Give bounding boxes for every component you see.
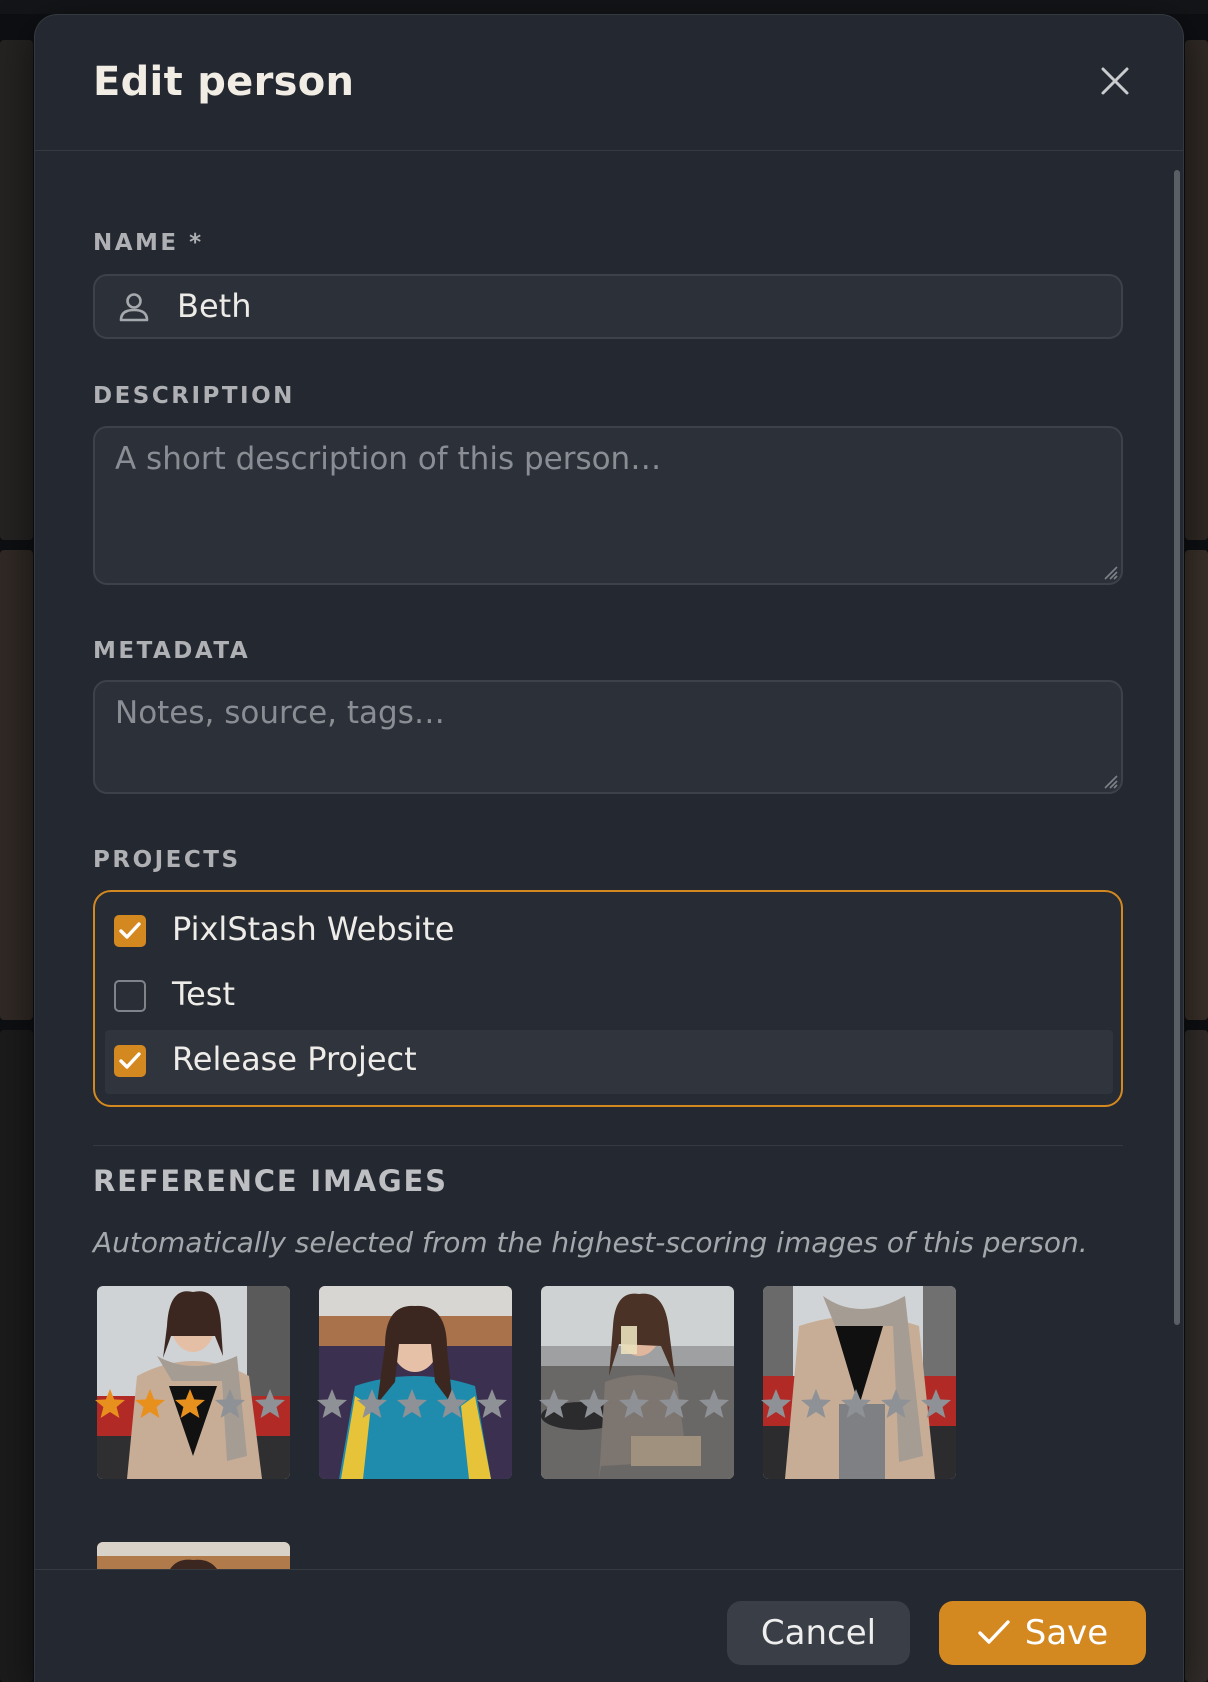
description-label: DESCRIPTION bbox=[93, 383, 295, 409]
projects-label: PROJECTS bbox=[93, 847, 241, 873]
edit-person-dialog: Edit person NAME * Beth DESCRIPTION A sh… bbox=[35, 15, 1183, 1682]
description-field[interactable]: A short description of this person… bbox=[93, 426, 1123, 585]
star-empty-icon[interactable] bbox=[759, 1387, 793, 1421]
metadata-field[interactable]: Notes, source, tags… bbox=[93, 680, 1123, 794]
project-item-test[interactable]: Test bbox=[105, 965, 1113, 1029]
save-label: Save bbox=[1024, 1613, 1109, 1653]
name-input[interactable]: Beth bbox=[177, 287, 251, 325]
star-empty-icon[interactable] bbox=[697, 1387, 731, 1421]
star-empty-icon[interactable] bbox=[537, 1387, 571, 1421]
check-icon bbox=[119, 1052, 141, 1069]
reference-images-title: REFERENCE IMAGES bbox=[93, 1164, 448, 1198]
star-empty-icon[interactable] bbox=[799, 1387, 833, 1421]
project-item-pixlstash-website[interactable]: PixlStash Website bbox=[105, 900, 1113, 964]
star-empty-icon[interactable] bbox=[577, 1387, 611, 1421]
star-empty-icon[interactable] bbox=[617, 1387, 651, 1421]
reference-image-thumbnail[interactable] bbox=[319, 1286, 512, 1479]
dialog-body[interactable]: NAME * Beth DESCRIPTION A short descript… bbox=[35, 151, 1183, 1569]
star-filled-icon[interactable] bbox=[133, 1387, 167, 1421]
reference-image-thumbnail[interactable] bbox=[97, 1542, 290, 1569]
reference-image-thumbnail[interactable] bbox=[763, 1286, 956, 1479]
name-label: NAME * bbox=[93, 230, 204, 256]
resize-handle-icon[interactable] bbox=[1100, 771, 1118, 789]
star-empty-icon[interactable] bbox=[435, 1387, 469, 1421]
cancel-label: Cancel bbox=[760, 1613, 877, 1653]
cancel-button[interactable]: Cancel bbox=[727, 1601, 910, 1665]
close-button[interactable] bbox=[1095, 61, 1135, 101]
project-label: Release Project bbox=[172, 1040, 417, 1078]
star-empty-icon[interactable] bbox=[355, 1387, 389, 1421]
dialog-title: Edit person bbox=[93, 59, 355, 105]
section-divider bbox=[93, 1145, 1123, 1146]
reference-image-thumbnail[interactable] bbox=[541, 1286, 734, 1479]
dialog-header: Edit person bbox=[35, 15, 1183, 151]
star-empty-icon[interactable] bbox=[395, 1387, 429, 1421]
project-label: Test bbox=[172, 975, 236, 1013]
reference-images-description: Automatically selected from the highest-… bbox=[93, 1226, 1088, 1259]
reference-image bbox=[97, 1542, 290, 1569]
star-filled-icon[interactable] bbox=[173, 1387, 207, 1421]
reference-image bbox=[319, 1286, 512, 1479]
close-icon bbox=[1101, 67, 1129, 95]
check-icon bbox=[978, 1620, 1010, 1644]
project-checkbox[interactable] bbox=[114, 915, 146, 947]
metadata-placeholder: Notes, source, tags… bbox=[115, 695, 445, 731]
dialog-footer: Cancel Save bbox=[35, 1569, 1183, 1682]
project-label: PixlStash Website bbox=[172, 910, 455, 948]
project-item-release-project[interactable]: Release Project bbox=[105, 1030, 1113, 1094]
description-placeholder: A short description of this person… bbox=[115, 441, 662, 477]
person-icon bbox=[119, 293, 149, 322]
resize-handle-icon[interactable] bbox=[1100, 562, 1118, 580]
project-checkbox[interactable] bbox=[114, 1045, 146, 1077]
star-empty-icon[interactable] bbox=[919, 1387, 953, 1421]
star-empty-icon[interactable] bbox=[315, 1387, 349, 1421]
metadata-label: METADATA bbox=[93, 638, 251, 664]
reference-image bbox=[541, 1286, 734, 1479]
project-checkbox[interactable] bbox=[114, 980, 146, 1012]
check-icon bbox=[119, 922, 141, 939]
star-empty-icon[interactable] bbox=[253, 1387, 287, 1421]
star-empty-icon[interactable] bbox=[213, 1387, 247, 1421]
projects-list: PixlStash Website Test Release Project bbox=[93, 890, 1123, 1107]
save-button[interactable]: Save bbox=[939, 1601, 1146, 1665]
reference-image bbox=[763, 1286, 956, 1479]
name-field[interactable]: Beth bbox=[93, 274, 1123, 339]
dialog-scrollbar[interactable] bbox=[1174, 170, 1180, 1325]
star-empty-icon[interactable] bbox=[657, 1387, 691, 1421]
star-filled-icon[interactable] bbox=[93, 1387, 127, 1421]
reference-image-thumbnail[interactable] bbox=[97, 1286, 290, 1479]
star-empty-icon[interactable] bbox=[475, 1387, 509, 1421]
reference-image bbox=[97, 1286, 290, 1479]
star-empty-icon[interactable] bbox=[839, 1387, 873, 1421]
star-empty-icon[interactable] bbox=[879, 1387, 913, 1421]
